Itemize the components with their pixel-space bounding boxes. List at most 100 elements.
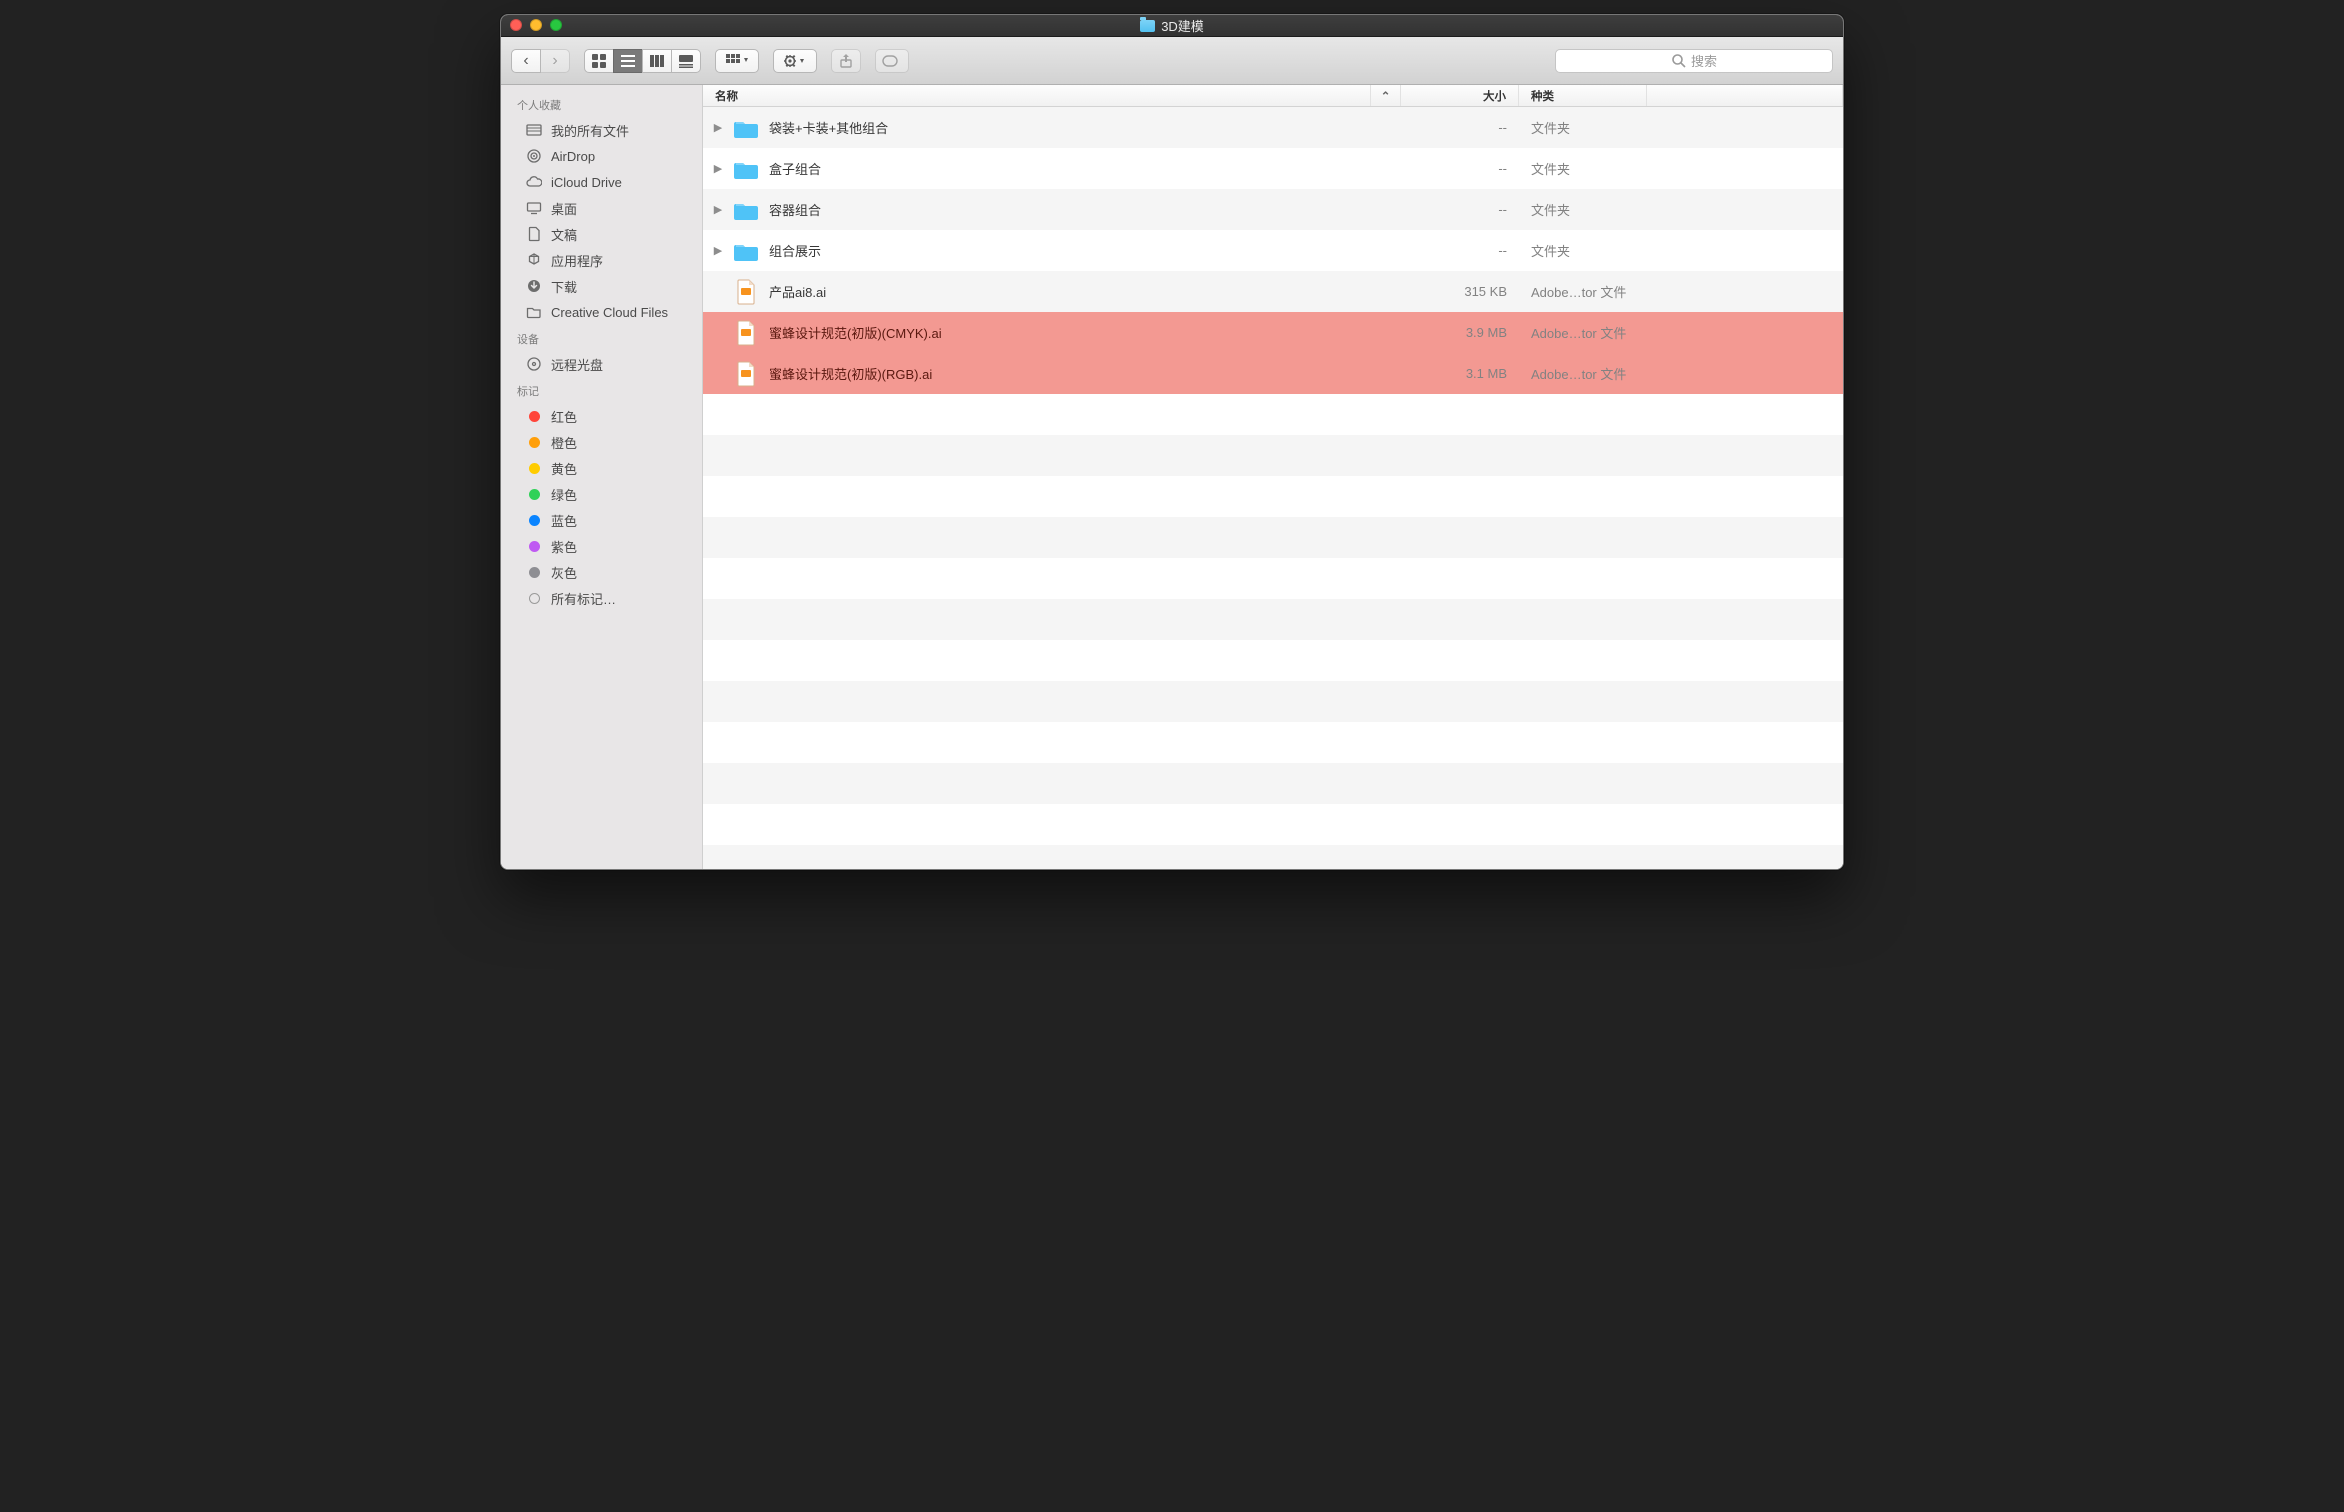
sidebar-item[interactable]: 所有标记… bbox=[501, 585, 702, 611]
file-row[interactable]: ▶袋装+卡装+其他组合--文件夹 bbox=[703, 107, 1843, 148]
airdrop-icon bbox=[525, 148, 543, 164]
minimize-window-button[interactable] bbox=[530, 19, 542, 31]
file-extra-cell bbox=[1647, 107, 1843, 148]
empty-row bbox=[703, 517, 1843, 558]
search-placeholder: 搜索 bbox=[1691, 51, 1717, 70]
ai-file-icon bbox=[733, 361, 759, 387]
search-field[interactable]: 搜索 bbox=[1555, 49, 1833, 73]
file-name-label: 盒子组合 bbox=[769, 159, 821, 178]
tag-dot-icon bbox=[525, 411, 543, 422]
file-row[interactable]: 产品ai8.ai315 KBAdobe…tor 文件 bbox=[703, 271, 1843, 312]
column-view-button[interactable] bbox=[642, 49, 672, 73]
back-button[interactable]: ‹ bbox=[511, 49, 541, 73]
sidebar-item-label: 紫色 bbox=[551, 537, 577, 556]
icon-view-button[interactable] bbox=[584, 49, 614, 73]
file-extra-cell bbox=[1647, 189, 1843, 230]
action-button[interactable] bbox=[773, 49, 817, 73]
sidebar-item-label: 远程光盘 bbox=[551, 355, 603, 374]
sidebar-item[interactable]: 桌面 bbox=[501, 195, 702, 221]
column-header-size[interactable]: 大小 bbox=[1401, 85, 1519, 106]
sidebar-item-label: 绿色 bbox=[551, 485, 577, 504]
sidebar-item-label: 橙色 bbox=[551, 433, 577, 452]
empty-row bbox=[703, 763, 1843, 804]
file-kind-cell: 文件夹 bbox=[1519, 107, 1647, 148]
file-kind-cell bbox=[1519, 640, 1647, 681]
file-size-cell bbox=[1371, 722, 1519, 763]
sidebar-item[interactable]: 文稿 bbox=[501, 221, 702, 247]
folder-icon bbox=[733, 197, 759, 223]
file-kind-cell bbox=[1519, 845, 1647, 869]
disclosure-triangle-icon[interactable]: ▶ bbox=[713, 162, 723, 175]
sidebar-item[interactable]: 远程光盘 bbox=[501, 351, 702, 377]
disclosure-triangle-icon[interactable]: ▶ bbox=[713, 203, 723, 216]
file-name-cell: 产品ai8.ai bbox=[703, 271, 1371, 312]
disclosure-triangle-icon[interactable]: ▶ bbox=[713, 244, 723, 257]
file-name-cell bbox=[703, 681, 1371, 722]
ai-file-icon bbox=[733, 320, 759, 346]
file-size-cell bbox=[1371, 681, 1519, 722]
sidebar-item-label: AirDrop bbox=[551, 149, 595, 164]
sidebar-item[interactable]: 我的所有文件 bbox=[501, 117, 702, 143]
file-extra-cell bbox=[1647, 148, 1843, 189]
documents-icon bbox=[525, 226, 543, 242]
file-name-cell bbox=[703, 435, 1371, 476]
sidebar-item-label: 我的所有文件 bbox=[551, 121, 629, 140]
tags-button[interactable] bbox=[875, 49, 909, 73]
empty-row bbox=[703, 558, 1843, 599]
file-size-cell bbox=[1371, 517, 1519, 558]
column-header-extra[interactable] bbox=[1647, 85, 1843, 106]
sidebar-item[interactable]: 应用程序 bbox=[501, 247, 702, 273]
share-button[interactable] bbox=[831, 49, 861, 73]
zoom-window-button[interactable] bbox=[550, 19, 562, 31]
sidebar-item[interactable]: 灰色 bbox=[501, 559, 702, 585]
list-view-button[interactable] bbox=[613, 49, 643, 73]
sidebar-item-label: 蓝色 bbox=[551, 511, 577, 530]
folder-icon bbox=[733, 238, 759, 264]
tag-dot-icon bbox=[525, 489, 543, 500]
sidebar-item[interactable]: 红色 bbox=[501, 403, 702, 429]
folder-icon bbox=[733, 115, 759, 141]
file-size-cell: 3.1 MB bbox=[1371, 353, 1519, 394]
file-name-label: 蜜蜂设计规范(初版)(CMYK).ai bbox=[769, 323, 942, 342]
file-extra-cell bbox=[1647, 271, 1843, 312]
sidebar-item[interactable]: 下载 bbox=[501, 273, 702, 299]
file-extra-cell bbox=[1647, 804, 1843, 845]
coverflow-view-button[interactable] bbox=[671, 49, 701, 73]
column-header-name[interactable]: 名称 bbox=[703, 85, 1371, 106]
file-row[interactable]: 蜜蜂设计规范(初版)(RGB).ai3.1 MBAdobe…tor 文件 bbox=[703, 353, 1843, 394]
empty-row bbox=[703, 476, 1843, 517]
sidebar-item[interactable]: AirDrop bbox=[501, 143, 702, 169]
sidebar-item[interactable]: 蓝色 bbox=[501, 507, 702, 533]
file-row[interactable]: 蜜蜂设计规范(初版)(CMYK).ai3.9 MBAdobe…tor 文件 bbox=[703, 312, 1843, 353]
column-sort-indicator[interactable]: ⌃ bbox=[1371, 85, 1401, 106]
file-name-cell: ▶ 盒子组合 bbox=[703, 148, 1371, 189]
forward-button[interactable]: › bbox=[540, 49, 570, 73]
file-name-cell bbox=[703, 599, 1371, 640]
file-row[interactable]: ▶容器组合--文件夹 bbox=[703, 189, 1843, 230]
sidebar-item[interactable]: 紫色 bbox=[501, 533, 702, 559]
file-size-cell bbox=[1371, 476, 1519, 517]
sidebar-item[interactable]: iCloud Drive bbox=[501, 169, 702, 195]
arrange-button[interactable] bbox=[715, 49, 759, 73]
file-row[interactable]: ▶组合展示--文件夹 bbox=[703, 230, 1843, 271]
file-name-cell bbox=[703, 804, 1371, 845]
sidebar-item[interactable]: 黄色 bbox=[501, 455, 702, 481]
sidebar-item[interactable]: Creative Cloud Files bbox=[501, 299, 702, 325]
column-header-kind[interactable]: 种类 bbox=[1519, 85, 1647, 106]
file-extra-cell bbox=[1647, 517, 1843, 558]
file-size-cell: -- bbox=[1371, 148, 1519, 189]
file-extra-cell bbox=[1647, 681, 1843, 722]
file-name-cell bbox=[703, 517, 1371, 558]
file-row[interactable]: ▶盒子组合--文件夹 bbox=[703, 148, 1843, 189]
file-name-cell: ▶袋装+卡装+其他组合 bbox=[703, 107, 1371, 148]
disclosure-triangle-icon[interactable]: ▶ bbox=[713, 121, 723, 134]
close-window-button[interactable] bbox=[510, 19, 522, 31]
sidebar-item[interactable]: 绿色 bbox=[501, 481, 702, 507]
file-kind-cell bbox=[1519, 435, 1647, 476]
tag-dot-icon bbox=[525, 463, 543, 474]
file-size-cell bbox=[1371, 394, 1519, 435]
file-extra-cell bbox=[1647, 558, 1843, 599]
file-name-cell bbox=[703, 558, 1371, 599]
sidebar-item[interactable]: 橙色 bbox=[501, 429, 702, 455]
file-size-cell bbox=[1371, 640, 1519, 681]
